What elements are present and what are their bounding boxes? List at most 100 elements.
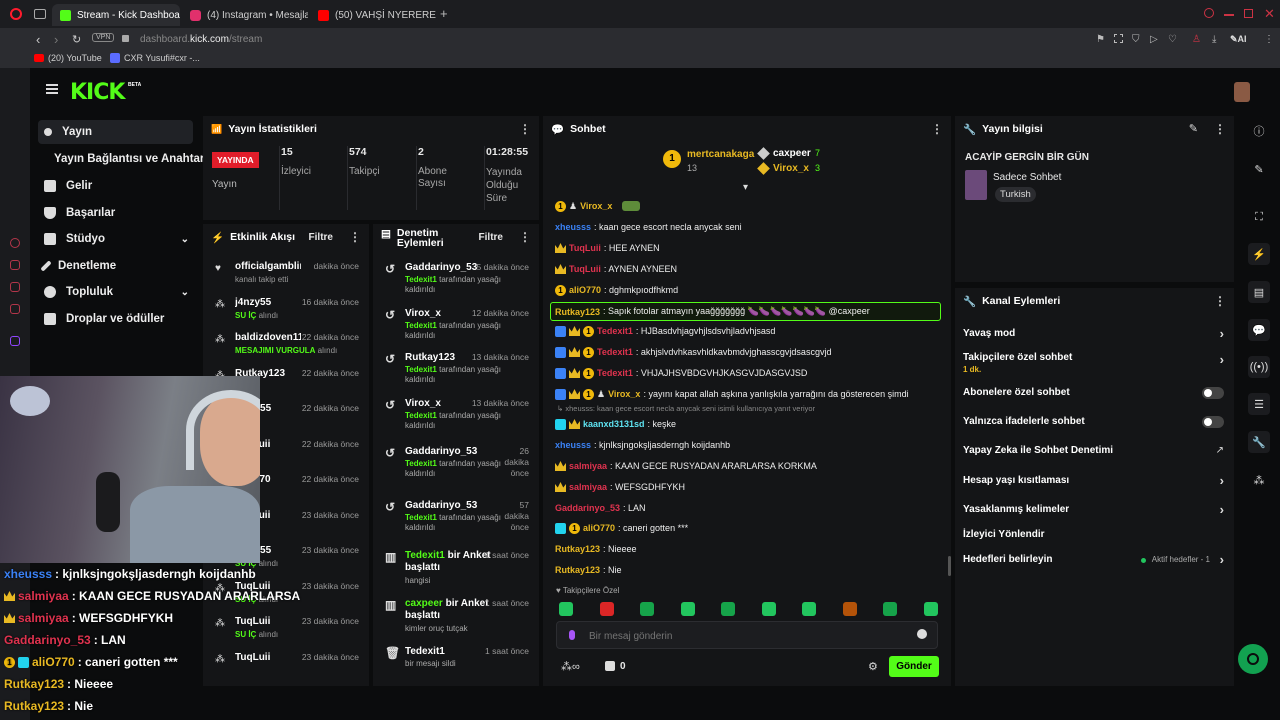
tab-instagram[interactable]: (4) Instagram • Mesajlar [182,4,308,26]
more-options-icon[interactable]: ⋮ [1214,122,1226,136]
list-item[interactable]: ↺ Gaddarinyo_53 57 dakika önce Tedexit1 tar… [373,496,539,540]
chevron-right-icon[interactable]: › [1220,502,1224,517]
channel-action-item[interactable]: Abonelere özel sohbet [955,387,1234,409]
chat-username[interactable]: TuqLuii [569,264,601,274]
close-window-button[interactable]: ✕ [1264,6,1275,22]
emote-icon[interactable] [721,602,735,616]
chat-username[interactable]: Rutkay123 [555,565,600,575]
profile-icon[interactable]: ♙ [1192,34,1201,45]
list-item[interactable]: ♥ officialgamblingacademy kanalı takip ett… [203,258,369,292]
chat-username[interactable]: aliO770 [569,285,601,295]
chevron-right-icon[interactable]: › [1220,552,1224,567]
tab-youtube[interactable]: (50) VAHŞİ NYERERE | En [310,4,436,26]
emote-icon[interactable] [802,602,816,616]
sidebar-item-topluluk[interactable]: Topluluk ⌄ [38,280,193,304]
chat-settings-icon[interactable]: ⚙ [868,660,878,673]
external-link-icon[interactable]: ↗ [1216,445,1224,456]
edit-icon[interactable]: ✎ [1248,158,1270,180]
channel-points-icon[interactable]: ⁂∞ [561,660,580,673]
category-name[interactable]: Sadece Sohbet [993,172,1061,183]
mic-icon[interactable] [569,630,575,640]
channel-action-item[interactable]: Yavaş mod › [955,326,1234,350]
chevron-right-icon[interactable]: › [1220,352,1224,367]
more-options-icon[interactable]: ⋮ [519,230,531,244]
list-item[interactable]: ▥ Tedexit1 bir Anket başlattı 1 saat önce h… [373,546,539,590]
chat-message-input[interactable] [589,628,889,644]
reload-button[interactable]: ↻ [72,33,81,46]
url-field[interactable]: dashboard.kick.com/stream [140,34,262,45]
channel-action-item[interactable]: Yapay Zeka ile Sohbet Denetimi ↗ [955,445,1234,467]
chat-username[interactable]: Rutkay123 [555,307,600,317]
bookmark-youtube[interactable]: (20) YouTube [34,53,102,63]
support-button[interactable] [1238,644,1268,674]
chat-message[interactable]: salmiyaa: WEFSGDHFYKH [555,479,943,495]
list-item[interactable]: 🗑 Tedexit1 1 saat önce bir mesajı sildi [373,642,539,686]
messenger-icon[interactable] [10,282,20,292]
chat-message[interactable]: 1 Tedexit1: VHJAJHSVBDGVHJKASGVJDASGVJSD [555,365,943,381]
sidebar-item-droplar[interactable]: Droplar ve ödüller [38,307,193,331]
snapshot-icon[interactable] [1114,34,1123,43]
filter-button[interactable]: Filtre [309,232,333,243]
chat-username[interactable]: xheusss [555,440,591,450]
channel-action-item[interactable]: İzleyici Yönlendir [955,529,1234,551]
chat-username[interactable]: Tedexit1 [597,368,633,378]
avatar[interactable] [1234,82,1250,102]
wrench-icon[interactable]: 🔧 [1248,431,1270,453]
sidebar-item-gelir[interactable]: Gelir [38,174,193,198]
leader-first-name[interactable]: mertcanakaga [687,149,754,160]
list-item[interactable]: ▥ caxpeer bir Anket başlattı 1 saat önce ki… [373,594,539,638]
emote-icon[interactable] [599,602,614,616]
leader-second-name[interactable]: caxpeer [773,148,811,159]
send-button[interactable]: Gönder [889,656,939,677]
aria-icon[interactable] [10,238,20,248]
mail-icon[interactable] [10,304,20,314]
users-icon[interactable]: ⁂ [1248,469,1270,491]
bookmark-cxr[interactable]: CXR Yusufi#cxr -... [110,53,200,63]
maximize-button[interactable] [1244,9,1253,18]
channel-action-item[interactable]: Hesap yaşı kısıtlaması › [955,473,1234,497]
collapse-leaderboard-icon[interactable]: ▾ [743,182,748,193]
chat-username[interactable]: salmiyaa [569,482,607,492]
heart-icon[interactable]: ♡ [1168,34,1177,45]
bookmark-icon[interactable]: ⚑ [1096,34,1105,45]
chat-username[interactable]: Rutkay123 [555,544,600,554]
sidebar-item-denetleme[interactable]: Denetleme [38,254,193,278]
browser-menu-icon[interactable]: ⋮ [1264,34,1274,45]
chat-message[interactable]: 1 Tedexit1: akhjslvdvhkasvhldkavbmdvjghas… [555,344,943,360]
broadcast-icon[interactable]: ((•)) [1248,356,1270,378]
new-tab-button[interactable]: + [440,6,448,21]
vpn-badge[interactable]: VPN [92,33,115,42]
chat-message[interactable]: Rutkay123: Nie [555,562,943,578]
chevron-right-icon[interactable]: › [1220,473,1224,488]
screenshot-icon[interactable]: ⛶ [1248,206,1270,228]
document-icon[interactable]: ▤ [1248,281,1270,303]
toggle-switch[interactable] [1202,387,1224,399]
hamburger-menu-icon[interactable] [46,84,58,94]
leader-third-name[interactable]: Virox_x [773,163,809,174]
more-options-icon[interactable]: ⋮ [349,230,361,244]
list-item[interactable]: ⁂ j4nzy55 SU İÇ alındı 16 dakika önce [203,294,369,328]
download-icon[interactable]: ⤓ [1212,34,1216,45]
chat-message[interactable]: TuqLuii: AYNEN AYNEEN [555,261,943,277]
emote-icon[interactable] [640,602,654,616]
chat-message[interactable]: 1 Tedexit1: HJBasdvhjagvhjlsdsvhjladvhjsa… [555,323,943,339]
search-tabs-icon[interactable] [1204,8,1214,18]
ai-icon[interactable]: ✎AI [1230,34,1247,45]
bag-icon[interactable] [10,260,20,270]
sidebar-item-basarilar[interactable]: Başarılar [38,201,193,225]
treasure-icon[interactable] [605,661,615,671]
chat-username[interactable]: Gaddarinyo_53 [555,503,620,513]
more-options-icon[interactable]: ⋮ [931,122,943,136]
more-options-icon[interactable]: ⋮ [1214,294,1226,308]
lightning-icon[interactable]: ⚡ [1248,243,1270,265]
tab-overview-icon[interactable] [34,9,46,19]
chat-username[interactable]: xheusss [555,222,591,232]
emote-icon[interactable] [761,602,776,616]
chat-username[interactable]: Virox_x [580,201,612,211]
info-icon[interactable]: ⓘ [1248,120,1270,142]
emoji-icon[interactable] [917,629,927,639]
forward-button[interactable]: › [54,32,58,47]
chat-message[interactable]: Gaddarinyo_53: LAN [555,500,943,516]
chat-message[interactable]: kaanxd3131sd: keşke [555,416,943,432]
adblock-icon[interactable]: ⛉ [1132,34,1140,45]
